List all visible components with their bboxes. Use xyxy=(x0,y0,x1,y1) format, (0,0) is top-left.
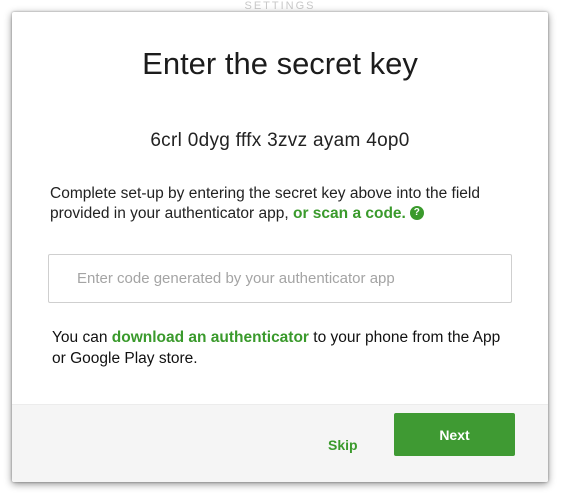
download-text-before: You can xyxy=(52,329,112,346)
authenticator-code-input[interactable] xyxy=(48,254,512,303)
next-button[interactable]: Next xyxy=(394,413,515,456)
background-page-text: SETTINGS xyxy=(244,0,316,10)
skip-button[interactable]: Skip xyxy=(324,425,362,465)
secret-key-dialog: Enter the secret key 6crl 0dyg fffx 3zvz… xyxy=(12,12,548,482)
setup-instructions: Complete set-up by entering the secret k… xyxy=(50,184,520,224)
question-circle-icon[interactable]: ? xyxy=(409,205,424,220)
dialog-title: Enter the secret key xyxy=(142,46,418,81)
secret-key-value: 6crl 0dyg fffx 3zvz ayam 4op0 xyxy=(150,130,410,151)
dialog-footer: Skip Next xyxy=(12,404,548,482)
download-authenticator-note: You can download an authenticator to you… xyxy=(52,327,512,369)
download-authenticator-link[interactable]: download an authenticator xyxy=(112,329,309,346)
scan-code-link[interactable]: or scan a code. xyxy=(293,205,406,222)
